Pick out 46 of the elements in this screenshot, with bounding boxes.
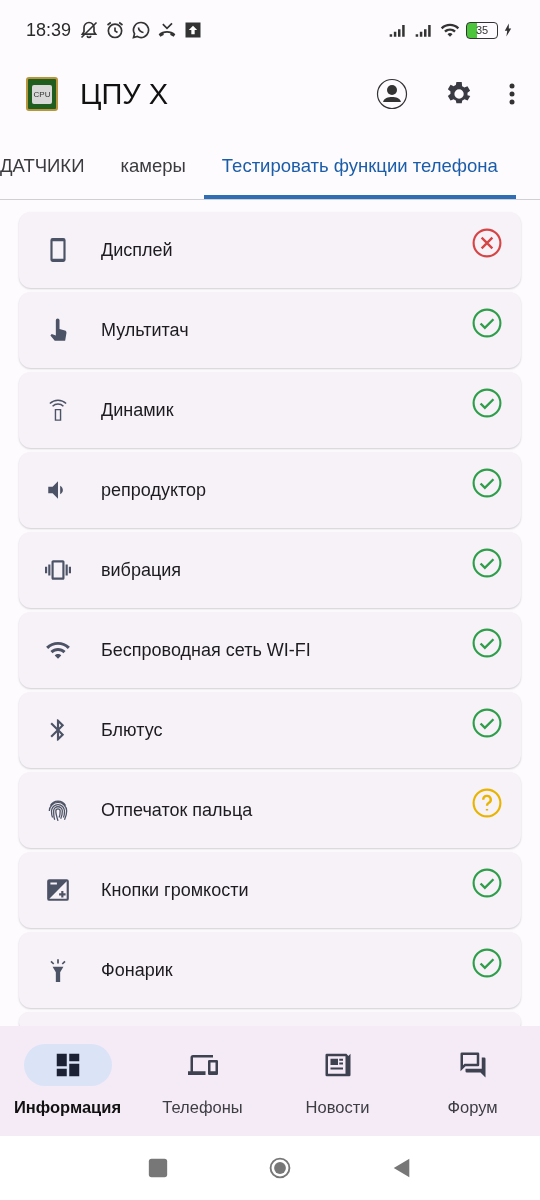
test-label: Динамик <box>101 399 175 421</box>
test-label: Беспроводная сеть WI-FI <box>101 639 312 661</box>
nav-item[interactable]: Информация <box>0 1026 135 1136</box>
test-label: репродуктор <box>101 479 208 501</box>
test-item[interactable]: Мультитач <box>19 292 521 368</box>
account-icon[interactable] <box>376 78 408 110</box>
test-label: Фонарик <box>101 959 174 981</box>
tab[interactable]: Тестировать функции телефона <box>203 155 516 199</box>
vibration-icon <box>45 557 71 583</box>
missed-call-icon <box>157 20 178 40</box>
test-label: Блютус <box>101 719 164 741</box>
test-item[interactable]: Фонарик <box>19 932 521 1008</box>
nav-label: Телефоны <box>162 1098 243 1117</box>
test-label: вибрация <box>101 559 183 581</box>
charging-icon <box>504 23 512 37</box>
more-icon[interactable] <box>508 82 516 106</box>
test-item[interactable]: Отпечаток пальца <box>19 772 521 848</box>
tab[interactable]: камеры <box>102 155 204 199</box>
test-item[interactable]: Динамик <box>19 372 521 448</box>
test-label: Мультитач <box>101 319 190 341</box>
status-time: 18:39 <box>26 19 72 41</box>
chat-bubble-icon <box>131 20 152 40</box>
alarm-icon <box>105 20 126 40</box>
test-item[interactable]: Беспроводная сеть WI-FI <box>19 612 521 688</box>
logo-text: CPU <box>31 84 53 104</box>
test-item[interactable]: Дисплей <box>19 212 521 288</box>
tab[interactable]: ДАТЧИКИ <box>0 155 103 199</box>
test-label: Отпечаток пальца <box>101 799 254 821</box>
volume-buttons-icon <box>45 877 71 903</box>
nav-item[interactable]: Телефоны <box>135 1026 270 1136</box>
test-item[interactable]: вибрация <box>19 532 521 608</box>
nav-item[interactable]: Новости <box>270 1026 405 1136</box>
muted-bell-icon <box>79 20 100 40</box>
app-title: ЦПУ X <box>80 77 169 111</box>
home-icon[interactable] <box>269 1157 291 1179</box>
nav-label: Информация <box>13 1098 122 1117</box>
nav-item[interactable]: Форум <box>405 1026 540 1136</box>
nav-label: Форум <box>447 1098 498 1117</box>
nav-label: Новости <box>305 1098 370 1117</box>
test-item[interactable]: репродуктор <box>19 452 521 528</box>
test-item[interactable]: Кнопки громкости <box>19 852 521 928</box>
test-item[interactable]: Блютус <box>19 692 521 768</box>
test-label: Дисплей <box>101 239 174 261</box>
test-label: Кнопки громкости <box>101 879 250 901</box>
recents-icon[interactable] <box>147 1157 169 1179</box>
upload-icon <box>183 20 204 40</box>
